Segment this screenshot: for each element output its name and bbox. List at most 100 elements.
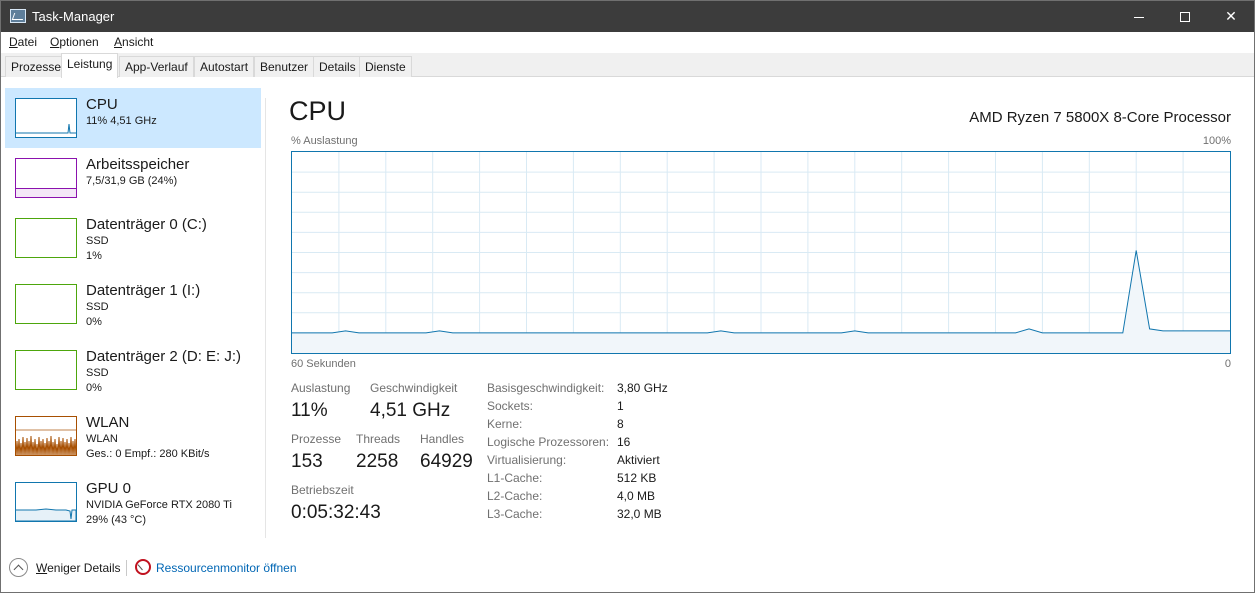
graph-time-end: 0 (1224, 358, 1231, 370)
handles-label: Handles (420, 432, 465, 446)
sidebar-item-detail: SSD (86, 301, 109, 313)
window-title: Task-Manager (32, 9, 115, 24)
sidebar-item-disk-0[interactable]: Datenträger 0 (C:) SSD 1% (5, 208, 261, 268)
graph-time-span: 60 Sekunden (291, 358, 356, 370)
detail-key: L1-Cache: (487, 471, 543, 485)
utilization-value: 11% (291, 400, 328, 421)
sidebar-item-cpu[interactable]: CPU 11% 4,51 GHz (5, 88, 261, 148)
page-title: CPU (289, 96, 347, 126)
uptime-label: Betriebszeit (291, 483, 354, 497)
task-manager-window: Task-Manager ✕ Datei Optionen Ansicht Pr… (0, 0, 1255, 593)
processor-name: AMD Ryzen 7 5800X 8-Core Processor (969, 109, 1231, 126)
sidebar-item-detail: SSD (86, 235, 109, 247)
resource-sidebar: CPU 11% 4,51 GHz Arbeitsspeicher 7,5/31,… (5, 88, 261, 540)
threads-label: Threads (356, 432, 401, 446)
detail-value: 1 (617, 399, 624, 413)
sidebar-item-label: WLAN (86, 414, 130, 431)
threads-value: 2258 (356, 451, 399, 472)
performance-content: CPU 11% 4,51 GHz Arbeitsspeicher 7,5/31,… (1, 78, 1254, 547)
gpu-thumbnail-graph (15, 482, 77, 522)
detail-key: L3-Cache: (487, 507, 543, 521)
detail-value: 512 KB (617, 471, 657, 485)
sidebar-item-gpu[interactable]: GPU 0 NVIDIA GeForce RTX 2080 Ti 29% (43… (5, 472, 261, 532)
sidebar-item-memory[interactable]: Arbeitsspeicher 7,5/31,9 GB (24%) (5, 148, 261, 208)
sidebar-item-detail: WLAN (86, 433, 118, 445)
cpu-thumbnail-graph (15, 98, 77, 138)
detail-key: Virtualisierung: (487, 453, 567, 467)
handles-value: 64929 (420, 451, 473, 472)
footer-separator (126, 560, 127, 576)
tab-autostart[interactable]: Autostart (194, 56, 255, 77)
sidebar-item-usage: 0% (86, 316, 102, 328)
menu-optionen[interactable]: Optionen (50, 35, 99, 49)
sidebar-item-detail: NVIDIA GeForce RTX 2080 Ti (86, 499, 232, 511)
detail-value: 8 (617, 417, 624, 431)
graph-y-max: 100% (1202, 135, 1231, 147)
sidebar-item-disk-2[interactable]: Datenträger 2 (D: E: J:) SSD 0% (5, 340, 261, 400)
detail-value: 32,0 MB (617, 507, 662, 521)
tab-details[interactable]: Details (313, 56, 362, 77)
sidebar-item-usage: 1% (86, 250, 102, 262)
speed-value: 4,51 GHz (370, 400, 451, 421)
sidebar-item-detail: SSD (86, 367, 109, 379)
utilization-label: Auslastung (291, 381, 351, 395)
sidebar-divider (265, 98, 266, 538)
sidebar-item-usage: 0% (86, 382, 102, 394)
footer-bar: Weniger Details Ressourcenmonitor öffnen (1, 557, 1254, 581)
menu-bar: Datei Optionen Ansicht (1, 32, 1254, 52)
processes-value: 153 (291, 451, 323, 472)
disk-2-thumbnail-graph (15, 350, 77, 390)
detail-value: 4,0 MB (617, 489, 656, 503)
detail-key: Logische Prozessoren: (487, 435, 610, 449)
sidebar-item-label: Datenträger 0 (C:) (86, 216, 207, 233)
sidebar-item-label: GPU 0 (86, 480, 132, 497)
title-bar: Task-Manager ✕ (1, 1, 1254, 32)
tab-app-verlauf[interactable]: App-Verlauf (119, 56, 194, 77)
detail-key: L2-Cache: (487, 489, 543, 503)
close-button[interactable]: ✕ (1208, 1, 1254, 32)
disk-0-thumbnail-graph (15, 218, 77, 258)
tab-leistung[interactable]: Leistung (61, 53, 119, 78)
cpu-usage-graph (291, 151, 1231, 354)
cpu-usage-chart (292, 152, 1230, 353)
speed-label: Geschwindigkeit (370, 381, 458, 395)
maximize-button[interactable] (1162, 1, 1208, 32)
detail-key: Kerne: (487, 417, 523, 431)
uptime-value: 0:05:32:43 (291, 502, 381, 523)
sidebar-item-label: Arbeitsspeicher (86, 156, 190, 173)
sidebar-item-label: CPU (86, 96, 118, 113)
maximize-icon (1180, 12, 1190, 23)
task-manager-icon (10, 9, 26, 23)
detail-value: Aktiviert (617, 453, 660, 467)
tab-benutzer[interactable]: Benutzer (254, 56, 315, 77)
tab-dienste[interactable]: Dienste (359, 56, 412, 77)
close-icon: ✕ (1225, 8, 1237, 24)
menu-ansicht[interactable]: Ansicht (114, 35, 153, 49)
detail-key: Sockets: (487, 399, 534, 413)
cpu-detail-panel: CPU AMD Ryzen 7 5800X 8-Core Processor %… (289, 78, 1231, 547)
disk-1-thumbnail-graph (15, 284, 77, 324)
minimize-button[interactable] (1116, 1, 1162, 32)
menu-datei[interactable]: Datei (9, 35, 37, 49)
detail-key: Basisgeschwindigkeit: (487, 381, 605, 395)
sidebar-item-label: Datenträger 1 (I:) (86, 282, 201, 299)
sidebar-item-wlan[interactable]: WLAN WLAN Ges.: 0 Empf.: 280 KBit/s (5, 406, 261, 466)
sidebar-item-usage: Ges.: 0 Empf.: 280 KBit/s (86, 448, 210, 460)
chevron-up-icon[interactable] (9, 558, 28, 577)
sidebar-item-detail: 7,5/31,9 GB (24%) (86, 175, 178, 187)
wlan-thumbnail-graph (15, 416, 77, 456)
detail-value: 3,80 GHz (617, 381, 668, 395)
minimize-icon (1134, 16, 1144, 18)
open-resource-monitor-link[interactable]: Ressourcenmonitor öffnen (156, 561, 297, 575)
sidebar-item-label: Datenträger 2 (D: E: J:) (86, 348, 242, 365)
tab-strip: Prozesse Leistung App-Verlauf Autostart … (1, 53, 1254, 78)
memory-thumbnail-graph (15, 158, 77, 198)
resource-monitor-icon[interactable] (135, 559, 151, 575)
sidebar-item-usage: 29% (43 °C) (86, 514, 147, 526)
graph-y-label: % Auslastung (291, 135, 358, 147)
fewer-details-link[interactable]: Weniger Details (36, 561, 120, 575)
processes-label: Prozesse (291, 432, 342, 446)
tab-prozesse[interactable]: Prozesse (5, 56, 68, 77)
detail-value: 16 (617, 435, 631, 449)
sidebar-item-disk-1[interactable]: Datenträger 1 (I:) SSD 0% (5, 274, 261, 334)
